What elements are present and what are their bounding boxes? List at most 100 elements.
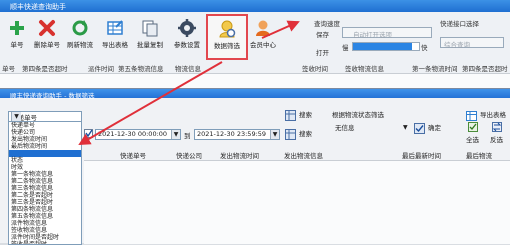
auto-open-label: 自动打开选项 <box>353 31 392 39</box>
settings-icon <box>178 19 196 37</box>
status-filter-label: 根据物流状态筛选 <box>332 111 384 119</box>
result-table-header: 快递单号 快递公司 发出物流时间 发出物流信息 最后最新时间 最后物流 <box>84 149 510 160</box>
field-option[interactable]: 第三条物流信息 <box>9 185 81 192</box>
open-button[interactable]: 打开 <box>316 47 329 57</box>
delete-icon <box>39 20 55 36</box>
column-header: 发出物流时间 <box>220 152 259 160</box>
column-header: 最后物流 <box>466 152 492 160</box>
toolbar-label: 批量复制 <box>137 41 163 49</box>
field-option[interactable]: 派件时间是否超时 <box>9 234 81 241</box>
main-title-bar: 顺丰快递查询助手 <box>0 0 510 12</box>
add-icon <box>10 21 24 35</box>
toolbar-label: 导出表格 <box>102 41 128 49</box>
column-header: 第一条物流时间 <box>412 65 458 73</box>
toolbar-label: 刷新物流 <box>67 41 93 49</box>
settings-button[interactable]: 参数设置 <box>170 15 204 59</box>
field-option[interactable]: 第一条物流信息 <box>9 171 81 178</box>
select-all-icon[interactable] <box>468 122 478 132</box>
fast-label: 快 <box>421 44 428 52</box>
export-table-icon <box>466 110 477 121</box>
column-header: 第四条是否超时 <box>22 65 68 73</box>
column-header: 签收时间 <box>302 65 328 73</box>
result-table-body[interactable] <box>84 160 510 244</box>
field-option[interactable]: 第二条是否超时 <box>9 192 81 199</box>
main-table-body <box>0 73 510 89</box>
delete-tracking-button[interactable]: 删除单号 <box>30 15 64 59</box>
batch-copy-button[interactable]: 批量复制 <box>133 15 167 59</box>
field-option[interactable]: 最后物流时间 <box>9 143 81 150</box>
column-header: 单号 <box>2 65 15 73</box>
date-from-picker[interactable]: 2021-12-30 00:00:00 ▼ <box>95 129 181 140</box>
field-option[interactable]: 第五条物流信息 <box>9 213 81 220</box>
search-label: 搜索 <box>299 111 312 119</box>
status-select-value: 无信息 <box>335 124 355 132</box>
chevron-down-icon[interactable]: ▼ <box>11 112 21 121</box>
copy-icon <box>142 20 158 37</box>
filter-dialog: 顺丰快递查询助手 - 数据筛选 –□× 快递单号 ▼ 快递单号快递公司发出物流时… <box>0 88 510 245</box>
main-window-title: 顺丰快递查询助手 <box>10 3 66 11</box>
field-option[interactable]: 状态 <box>9 157 81 164</box>
toolbar-label: 参数设置 <box>174 41 200 49</box>
query-speed-slider[interactable] <box>352 42 420 51</box>
status-select[interactable]: 无信息 <box>332 123 410 134</box>
field-option[interactable] <box>9 150 81 157</box>
member-center-button[interactable]: 会员中心 <box>246 15 280 59</box>
search-label: 搜索 <box>299 130 312 138</box>
field-option[interactable]: 快递单号 <box>9 122 81 129</box>
column-header: 第五条物流信息 <box>118 65 164 73</box>
field-option[interactable]: 时效 <box>9 164 81 171</box>
add-tracking-button[interactable]: 单号 <box>0 15 34 59</box>
confirm-check-icon <box>414 122 425 134</box>
invert-selection-button[interactable]: 反选 <box>490 134 503 144</box>
toolbar-label: 数据筛选 <box>214 42 240 50</box>
search-button-date[interactable]: 搜索 <box>285 128 312 140</box>
main-window: 顺丰快递查询助手 单号 删除单号 刷新物流 导出表格 批量复制 参数设置 数据筛… <box>0 0 510 100</box>
auto-open-checkbox[interactable]: 自动打开选项 <box>342 27 432 39</box>
column-header: 发出物流信息 <box>284 152 323 160</box>
search-button-top[interactable]: 搜索 <box>285 109 312 121</box>
select-all-button[interactable]: 全选 <box>466 134 479 144</box>
field-dropdown-list[interactable]: 快递单号 快递公司 发出物流时间 最后物流时间 状态 时效 第一条物流信息 第二条物流信息 第三… <box>8 121 82 245</box>
member-center-icon <box>256 20 270 36</box>
invert-selection-icon[interactable] <box>492 122 502 132</box>
chevron-down-icon[interactable]: ▼ <box>171 130 180 139</box>
data-filter-button[interactable]: 数据筛选 <box>206 14 248 60</box>
dialog-title: 顺丰快递查询助手 - 数据筛选 <box>10 92 95 100</box>
export-table-icon <box>107 20 123 35</box>
main-toolbar: 单号 删除单号 刷新物流 导出表格 批量复制 参数设置 数据筛选 会员中心 <box>0 13 300 61</box>
confirm-label: 确定 <box>428 124 441 132</box>
filter-user-icon <box>219 20 236 38</box>
field-option[interactable]: 第三条是否超时 <box>9 199 81 206</box>
column-header: 快递公司 <box>176 152 202 160</box>
field-option[interactable]: 第四条物流信息 <box>9 206 81 213</box>
date-to-label: 到 <box>184 132 191 140</box>
slow-label: 慢 <box>342 44 349 52</box>
confirm-button[interactable]: 确定 <box>414 122 441 134</box>
date-from-value: 2021-12-30 00:00:00 <box>98 130 168 138</box>
chevron-down-icon[interactable]: ▼ <box>403 124 408 131</box>
column-header: 签收物流信息 <box>345 65 384 73</box>
interface-select[interactable]: 综合查询 <box>440 37 504 49</box>
field-option[interactable]: 第二条物流信息 <box>9 178 81 185</box>
toolbar-label: 删除单号 <box>34 41 60 49</box>
dialog-title-bar: 顺丰快递查询助手 - 数据筛选 –□× <box>0 89 510 100</box>
field-option[interactable]: 快递公司 <box>9 129 81 136</box>
export-table-button-dialog[interactable]: 导出表格 <box>466 109 506 121</box>
column-header: 第四条是否超时 <box>462 65 508 73</box>
export-label: 导出表格 <box>480 111 506 119</box>
refresh-logistics-button[interactable]: 刷新物流 <box>63 15 97 59</box>
date-to-picker[interactable]: 2021-12-30 23:59:59 ▼ <box>194 129 280 140</box>
search-grid-icon <box>285 109 296 121</box>
date-to-value: 2021-12-30 23:59:59 <box>197 130 267 138</box>
field-option[interactable]: 签收物流信息 <box>9 227 81 234</box>
column-header: 物流信息 <box>175 65 201 73</box>
field-option[interactable]: 发出物流时间 <box>9 136 81 143</box>
search-grid-icon <box>285 128 296 140</box>
field-option[interactable]: 派件物流信息 <box>9 220 81 227</box>
interface-label: 快递接口选择 <box>440 20 479 28</box>
column-header: 派件时间 <box>88 65 114 73</box>
toolbar-label: 会员中心 <box>250 41 276 49</box>
export-table-button[interactable]: 导出表格 <box>98 15 132 59</box>
save-button[interactable]: 保存 <box>316 29 329 39</box>
chevron-down-icon[interactable]: ▼ <box>270 130 279 139</box>
